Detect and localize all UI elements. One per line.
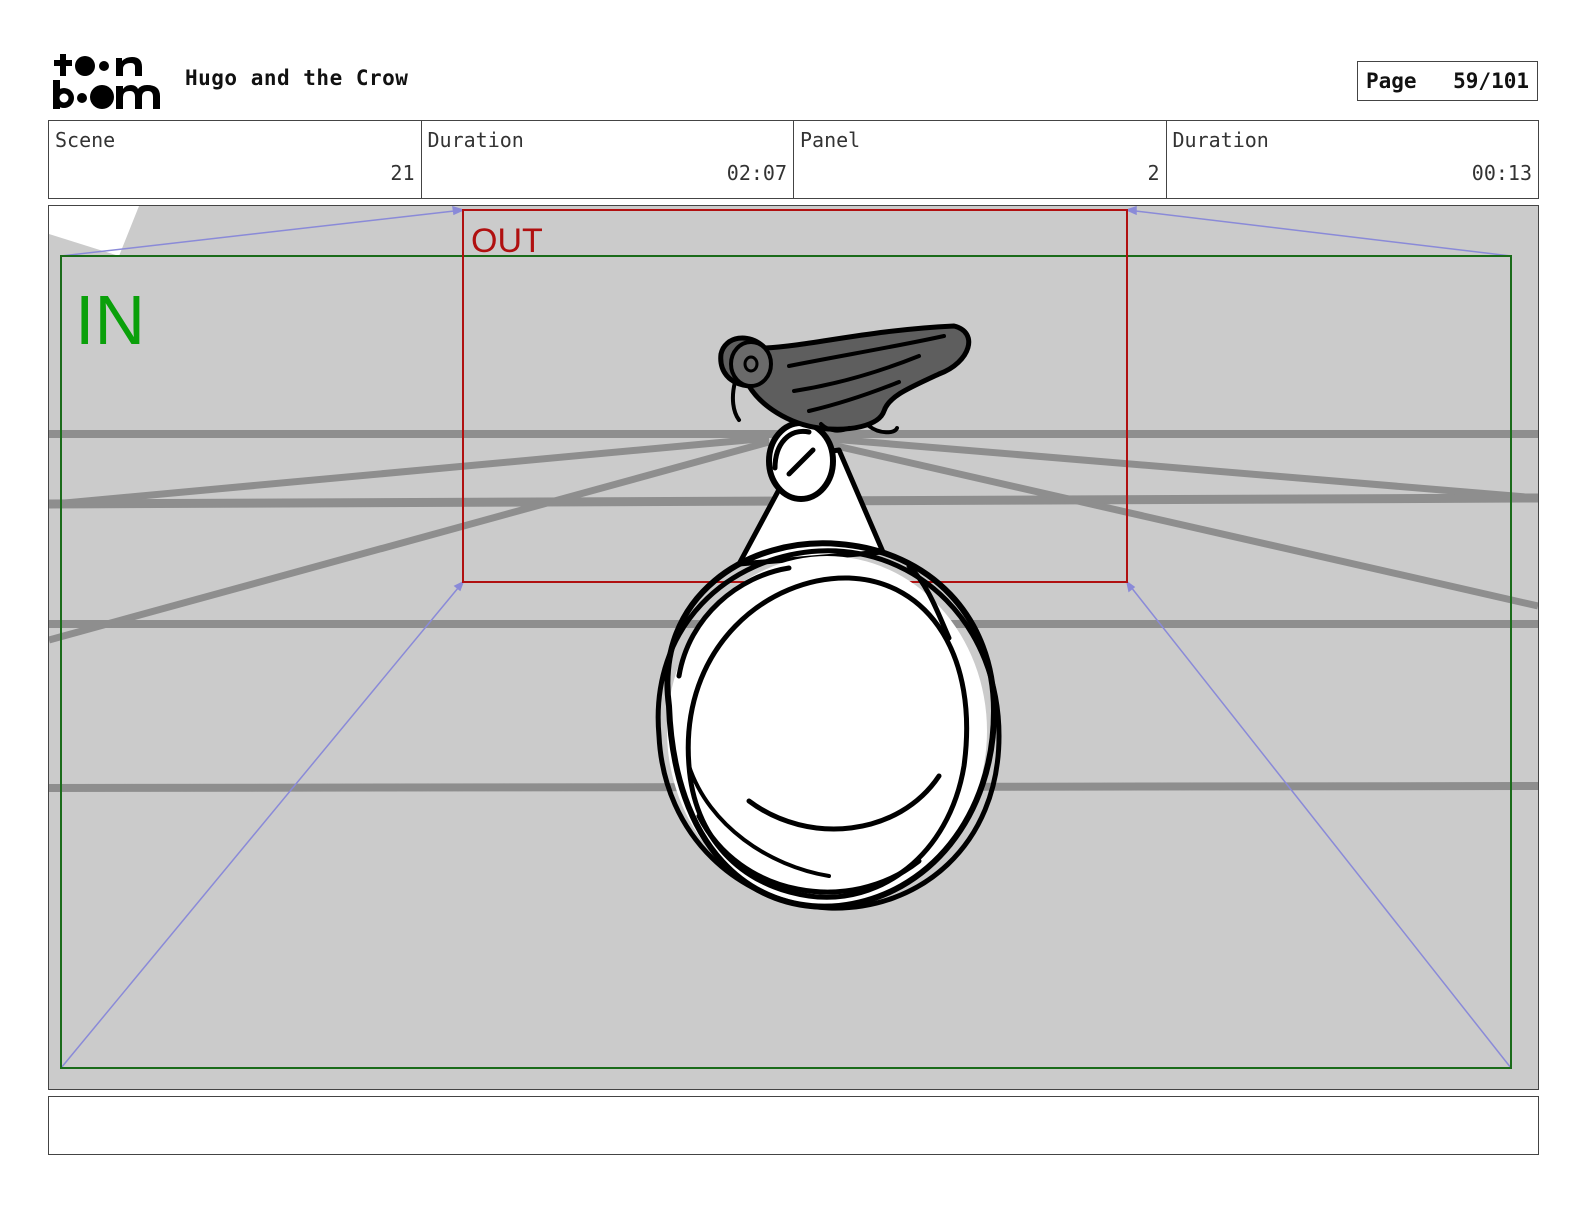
scene-value: 21 — [390, 161, 415, 185]
scene-cell: Scene 21 — [49, 121, 422, 198]
toonboom-logo — [52, 50, 164, 112]
panel-notes-box — [48, 1096, 1539, 1155]
logo-top-row — [54, 54, 142, 76]
panel-duration-label: Duration — [1172, 128, 1269, 152]
panel-label: Panel — [800, 128, 861, 152]
storyboard-panel: IN OUT — [48, 205, 1539, 1090]
scene-duration-label: Duration — [427, 128, 524, 152]
scene-label: Scene — [55, 128, 116, 152]
project-title: Hugo and the Crow — [185, 66, 409, 90]
panel-duration-value: 00:13 — [1471, 161, 1532, 185]
logo-bottom-row — [53, 80, 160, 109]
out-label: OUT — [471, 222, 543, 260]
scene-info-table: Scene 21 Duration 02:07 Panel 2 Duration… — [48, 120, 1539, 199]
page-indicator: Page 59/101 — [1357, 61, 1538, 101]
scene-duration-value: 02:07 — [726, 161, 787, 185]
in-label: IN — [75, 281, 145, 359]
page-label: Page — [1366, 69, 1417, 93]
panel-duration-cell: Duration 00:13 — [1167, 121, 1539, 198]
page-number: 59/101 — [1453, 69, 1529, 93]
scene-duration-cell: Duration 02:07 — [422, 121, 794, 198]
panel-cell: Panel 2 — [794, 121, 1167, 198]
panel-value: 2 — [1147, 161, 1160, 185]
